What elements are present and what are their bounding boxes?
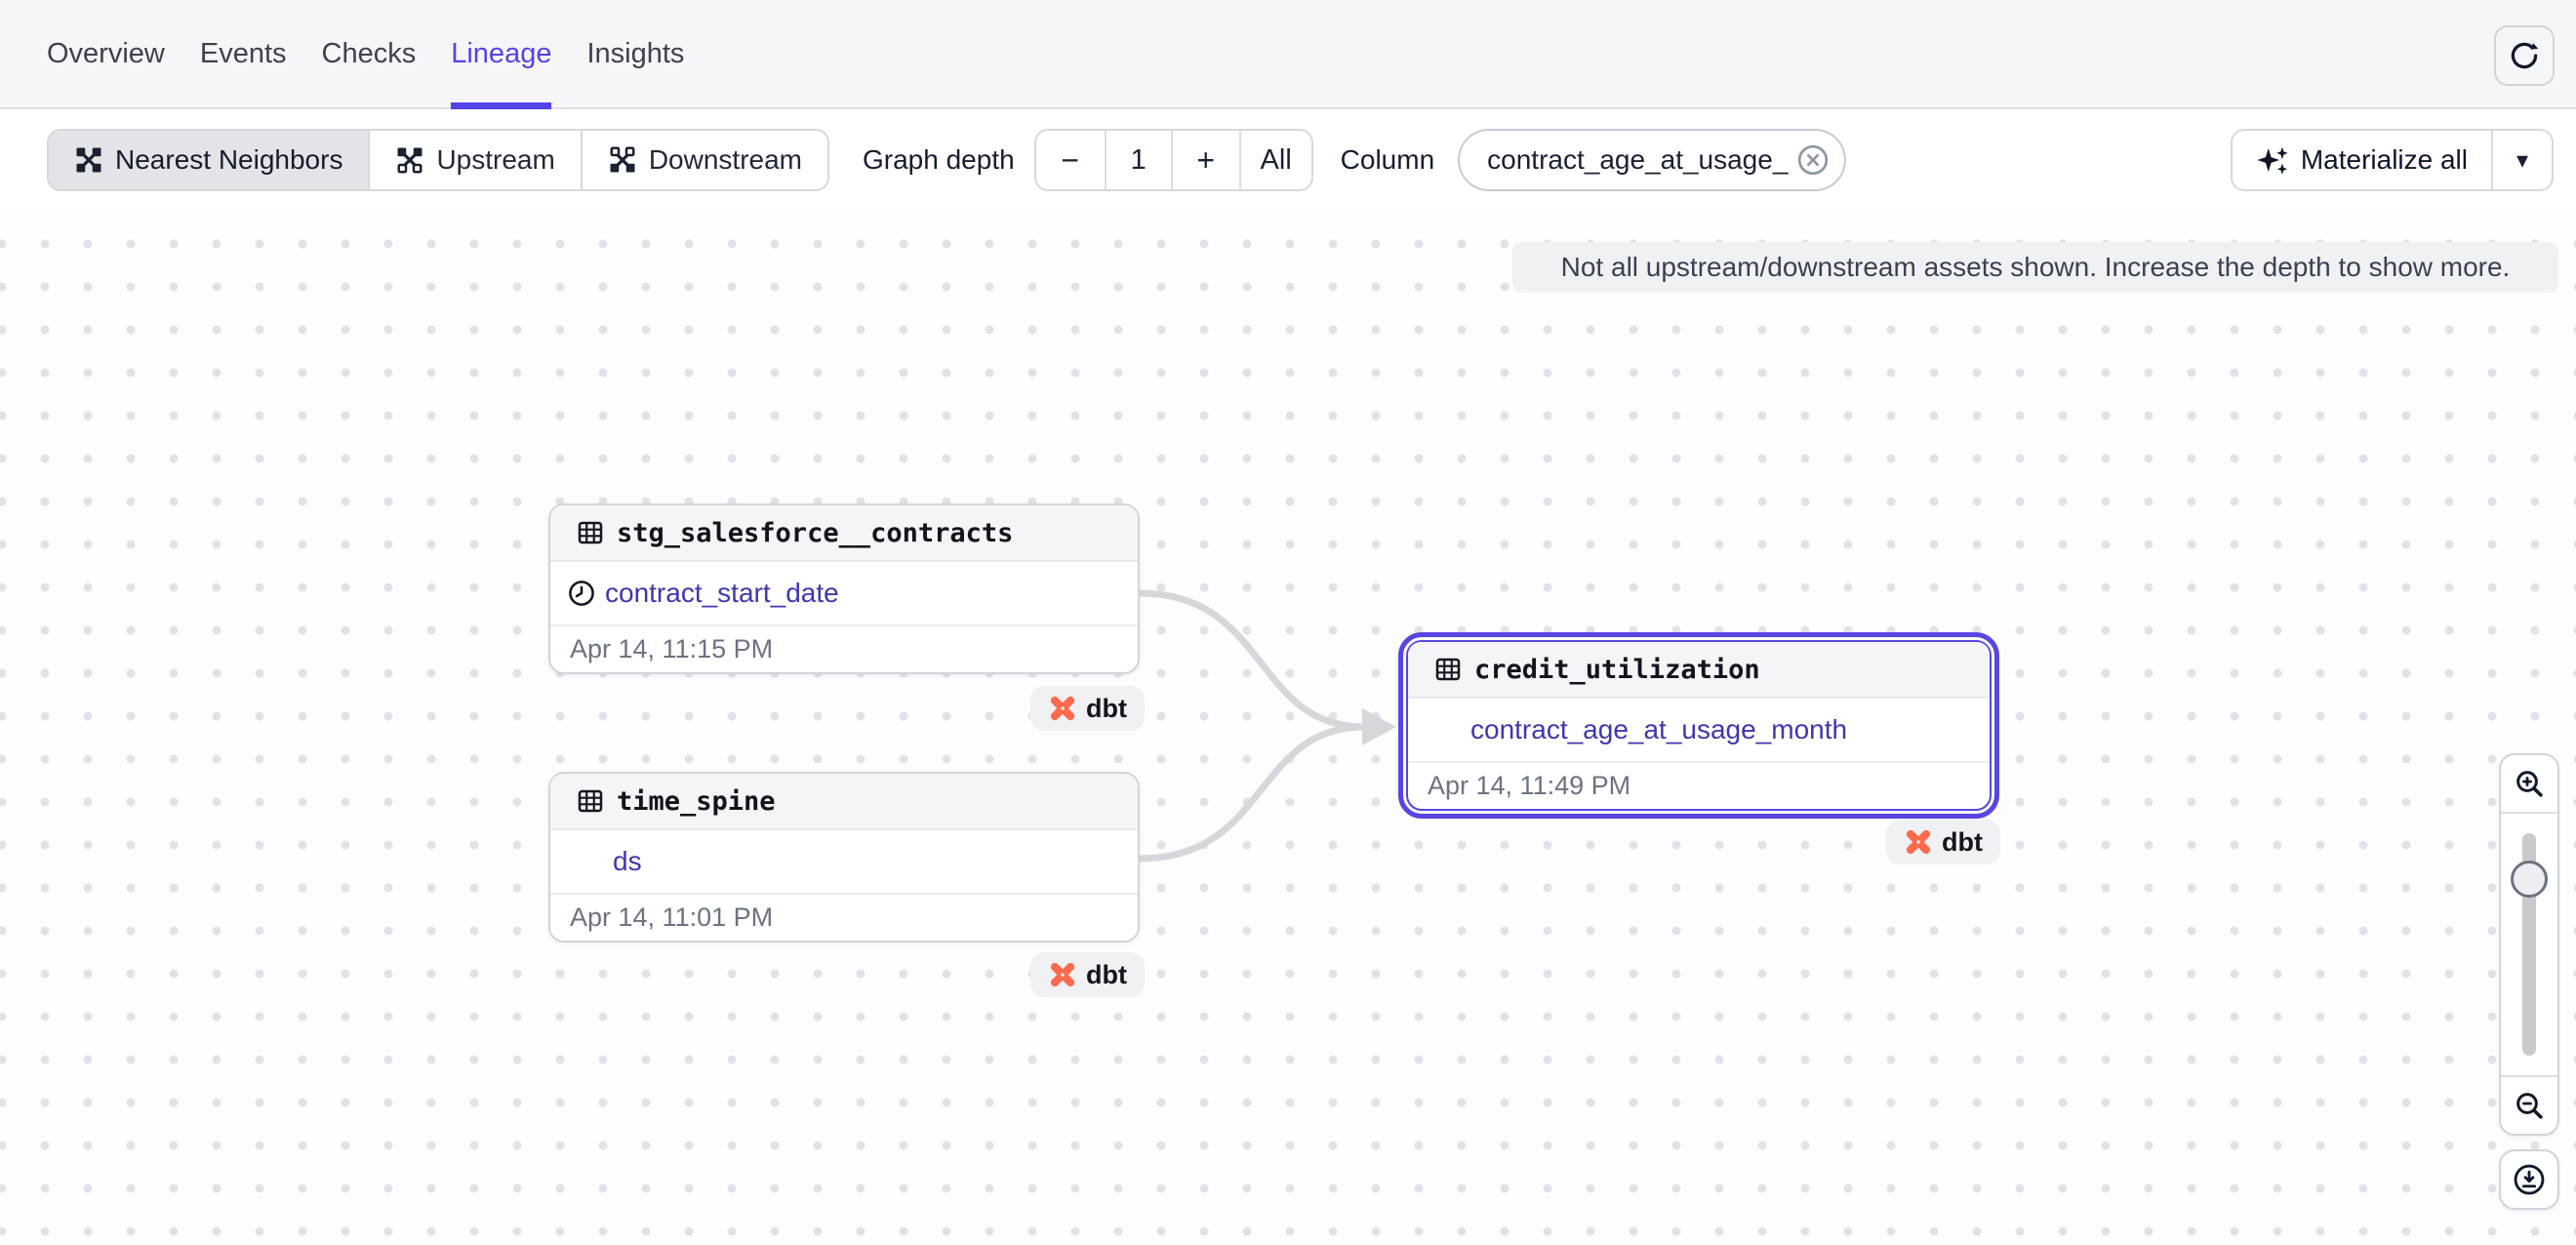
materialize-all-button[interactable]: Materialize all (2233, 131, 2491, 189)
dbt-logo-icon (1048, 960, 1077, 989)
lineage-toolbar: Nearest Neighbors Upstream (0, 109, 2576, 211)
column-row[interactable]: contract_age_at_usage_month (1408, 699, 1990, 761)
column-label: Column (1341, 144, 1434, 176)
asset-title: credit_utilization (1474, 655, 1760, 685)
asset-title: time_spine (617, 786, 776, 817)
zoom-controls (2499, 753, 2559, 1136)
clock-icon (566, 578, 597, 609)
zoom-out-icon (2513, 1089, 2546, 1122)
graph-depth-stepper: − 1 + All (1034, 129, 1313, 191)
lineage-canvas[interactable]: Not all upstream/downstream assets shown… (0, 211, 2576, 1245)
asset-title: stg_salesforce__contracts (617, 518, 1013, 548)
download-view-button[interactable] (2499, 1149, 2559, 1210)
materialize-split-button: Materialize all ▾ (2231, 129, 2554, 191)
tab-label: Insights (586, 38, 684, 70)
depth-value: 1 (1105, 131, 1171, 189)
tab-label: Events (200, 38, 287, 70)
view-mode-downstream[interactable]: Downstream (581, 131, 827, 189)
download-icon (2512, 1162, 2547, 1197)
zoom-in-icon (2513, 767, 2546, 800)
depth-decrement-button[interactable]: − (1036, 131, 1105, 189)
asset-node-credit-utilization[interactable]: credit_utilization contract_age_at_usage… (1406, 640, 1992, 811)
asset-node-stg-salesforce-contracts[interactable]: stg_salesforce__contracts contract_start… (548, 503, 1140, 674)
sparkles-icon (2256, 143, 2289, 177)
table-icon (576, 518, 605, 547)
tab-label: Overview (47, 38, 165, 70)
dbt-badge-label: dbt (1942, 827, 1983, 858)
zoom-slider[interactable] (2501, 814, 2557, 1075)
clear-column-filter-icon[interactable] (1795, 142, 1831, 178)
upstream-icon (395, 145, 424, 175)
asset-node-header: time_spine (550, 774, 1138, 830)
asset-timestamp: Apr 14, 11:15 PM (550, 624, 1138, 672)
nearest-neighbors-icon (74, 145, 103, 175)
tab-insights[interactable]: Insights (586, 0, 684, 107)
dbt-badge: dbt (1886, 820, 2000, 864)
downstream-icon (608, 145, 637, 175)
dbt-logo-icon (1904, 827, 1933, 857)
asset-node-header: credit_utilization (1408, 642, 1990, 699)
chevron-down-icon: ▾ (2516, 146, 2528, 175)
dbt-badge: dbt (1030, 686, 1145, 731)
column-row[interactable]: contract_start_date (550, 562, 1138, 624)
depth-notice: Not all upstream/downstream assets shown… (1512, 242, 2558, 293)
tab-events[interactable]: Events (200, 0, 287, 107)
column-filter-chip[interactable]: contract_age_at_usage_ (1458, 129, 1846, 191)
view-mode-label: Downstream (649, 144, 802, 176)
materialize-dropdown-button[interactable]: ▾ (2491, 131, 2552, 189)
column-name: contract_start_date (605, 578, 839, 609)
refresh-button[interactable] (2494, 25, 2555, 86)
asset-node-time-spine[interactable]: time_spine ds Apr 14, 11:01 PM (548, 772, 1140, 943)
view-mode-label: Nearest Neighbors (115, 144, 342, 176)
tab-bar: Overview Events Checks Lineage Insights (0, 0, 2576, 109)
zoom-slider-thumb[interactable] (2511, 861, 2548, 898)
column-filter-value: contract_age_at_usage_ (1487, 144, 1788, 176)
view-mode-toggle: Nearest Neighbors Upstream (47, 129, 829, 191)
dbt-badge-label: dbt (1086, 694, 1127, 724)
asset-timestamp: Apr 14, 11:49 PM (1408, 761, 1990, 809)
column-row[interactable]: ds (550, 830, 1138, 893)
tab-lineage[interactable]: Lineage (451, 0, 551, 107)
depth-increment-button[interactable]: + (1171, 131, 1239, 189)
graph-depth-label: Graph depth (863, 144, 1015, 176)
view-mode-nearest-neighbors[interactable]: Nearest Neighbors (49, 131, 368, 189)
tab-label: Lineage (451, 38, 551, 70)
table-icon (576, 786, 605, 816)
asset-timestamp: Apr 14, 11:01 PM (550, 893, 1138, 941)
refresh-icon (2508, 39, 2541, 72)
depth-all-button[interactable]: All (1239, 131, 1311, 189)
asset-node-header: stg_salesforce__contracts (550, 505, 1138, 562)
dbt-badge: dbt (1030, 952, 1145, 997)
view-mode-upstream[interactable]: Upstream (368, 131, 580, 189)
lineage-edges (0, 211, 2576, 1245)
table-icon (1433, 655, 1463, 684)
tab-label: Checks (322, 38, 417, 70)
dbt-logo-icon (1048, 694, 1077, 723)
column-name: ds (613, 846, 642, 877)
zoom-out-button[interactable] (2501, 1075, 2557, 1134)
tab-checks[interactable]: Checks (322, 0, 417, 107)
materialize-all-label: Materialize all (2301, 144, 2468, 176)
dbt-badge-label: dbt (1086, 960, 1127, 990)
column-name: contract_age_at_usage_month (1470, 714, 1847, 745)
zoom-in-button[interactable] (2501, 755, 2557, 814)
tab-overview[interactable]: Overview (47, 0, 165, 107)
view-mode-label: Upstream (436, 144, 554, 176)
